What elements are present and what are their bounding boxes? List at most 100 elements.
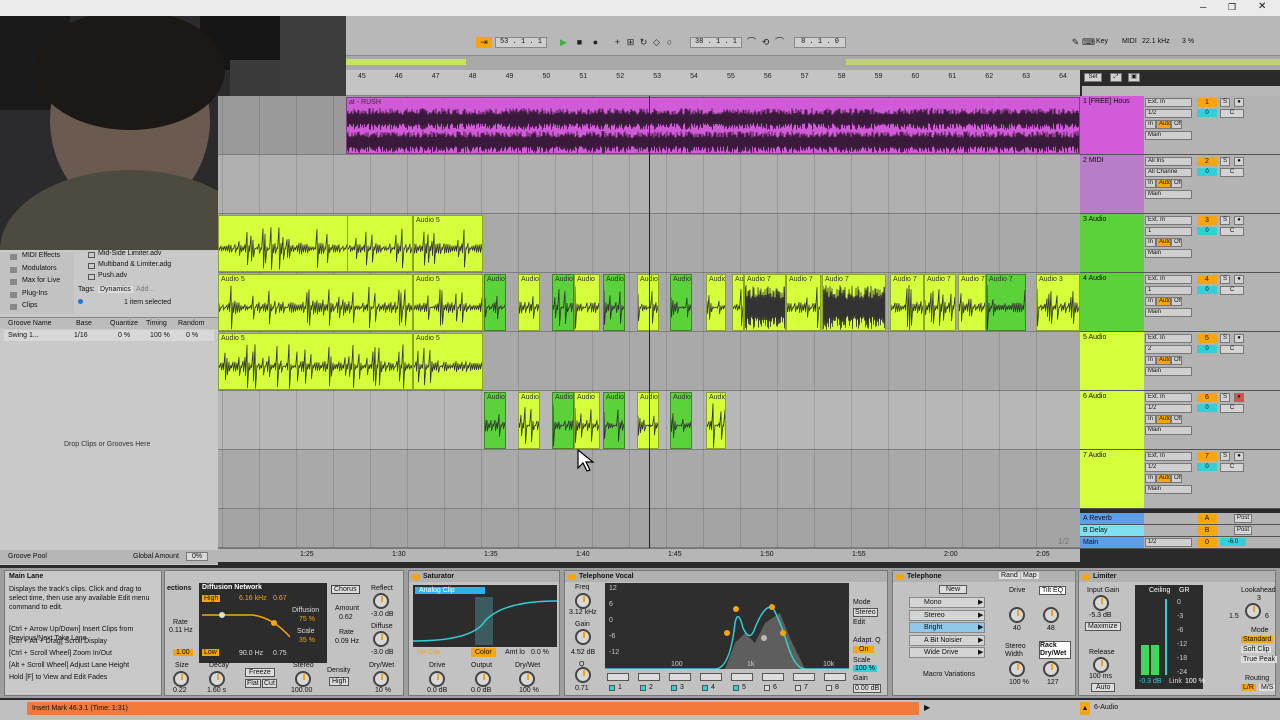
monitor-auto-button[interactable]: Auto	[1156, 415, 1171, 424]
return-track-name[interactable]: Main	[1080, 537, 1144, 548]
chain-arrow-icon[interactable]: ▶	[978, 623, 983, 631]
audio-clip[interactable]: Audio 7	[958, 274, 986, 331]
audio-clip[interactable]: Audio	[706, 274, 726, 331]
track-output-select[interactable]: Main	[1145, 249, 1192, 258]
set-locator-button[interactable]: Set	[1084, 73, 1102, 82]
arm-button[interactable]: ●	[1234, 393, 1244, 402]
return-track-name[interactable]: B Delay	[1080, 525, 1144, 536]
eq-q-knob[interactable]	[575, 667, 591, 683]
rack-title[interactable]: Telephone	[893, 571, 1075, 582]
track-activator-button[interactable]: 3	[1197, 216, 1217, 225]
audio-clip[interactable]: at - RUSH	[346, 97, 1080, 154]
arrangement-overview[interactable]	[346, 56, 1280, 70]
groove-cell[interactable]: 1/16	[74, 332, 88, 339]
density-select[interactable]: High	[329, 677, 350, 686]
audio-clip[interactable]: Audio	[670, 274, 692, 331]
browser-file[interactable]: Multiband & Limiter.adg	[98, 261, 171, 268]
chorus-button[interactable]: Chorus	[331, 585, 360, 594]
chain-arrow-icon[interactable]: ▶	[978, 648, 983, 656]
audio-clip[interactable]: Audio 5	[413, 215, 483, 272]
drywet-knob[interactable]	[373, 671, 389, 687]
ms-routing-button[interactable]: M/S	[1259, 684, 1276, 691]
play-icon[interactable]: ▶	[558, 37, 569, 48]
track-header[interactable]: 5 Audio Ext. In 2 Main In Auto Off 5 S ● 0 C	[1080, 332, 1280, 391]
arm-button[interactable]: ●	[1234, 157, 1244, 166]
filter-curve[interactable]	[202, 607, 290, 647]
limiter-title[interactable]: Limiter	[1079, 571, 1275, 582]
tilt-eq-knob[interactable]	[1043, 607, 1059, 623]
high-freq-value[interactable]: 6.16 kHz	[239, 595, 267, 602]
track-input-select[interactable]: Ext. In	[1145, 393, 1192, 402]
close-icon[interactable]: ✕	[1258, 1, 1266, 12]
sat-drywet-knob[interactable]	[519, 671, 535, 687]
solo-button[interactable]: S	[1220, 334, 1230, 343]
eq-on-icon[interactable]	[568, 574, 576, 580]
chain-arrow-icon[interactable]: ▶	[978, 598, 983, 606]
track-activator-button[interactable]: 4	[1197, 275, 1217, 284]
track-activator-button[interactable]: 5	[1197, 334, 1217, 343]
eq-band-filter-type[interactable]	[607, 673, 629, 681]
solo-button[interactable]: S	[1220, 216, 1230, 225]
standard-mode-button[interactable]: Standard	[1241, 636, 1274, 643]
track-channel-select[interactable]: 2	[1145, 345, 1192, 354]
return-track-header[interactable]: A Reverb A Post	[1080, 513, 1280, 525]
follow-button[interactable]: ⇥	[476, 37, 492, 48]
monitor-auto-button[interactable]: Auto	[1156, 120, 1171, 129]
audio-clip[interactable]: Audio	[552, 392, 574, 449]
monitor-auto-button[interactable]: Auto	[1156, 297, 1171, 306]
rack-chain-row[interactable]: Mono ▶	[909, 597, 985, 608]
audio-clip[interactable]	[347, 215, 413, 272]
device-on-icon[interactable]	[412, 574, 420, 580]
audio-clip[interactable]: Audio 5	[218, 333, 413, 390]
monitor-in-button[interactable]: In	[1145, 120, 1156, 129]
track-channel-select[interactable]: 1	[1145, 286, 1192, 295]
track-output-select[interactable]: Main	[1145, 131, 1192, 140]
browser-category-midi-effects[interactable]: MIDI Effects	[22, 252, 60, 259]
song-position-field[interactable]: 53 . 1 . 1	[495, 37, 547, 48]
track-output-select[interactable]: Main	[1145, 190, 1192, 199]
return-track-header[interactable]: B Delay B Post	[1080, 525, 1280, 537]
amount-value[interactable]: 0.62	[339, 614, 353, 621]
track-volume[interactable]: 0	[1197, 168, 1217, 176]
true-peak-button[interactable]: True Peak	[1241, 656, 1278, 663]
rack-on-icon[interactable]	[896, 574, 904, 580]
track-activator-button[interactable]: 7	[1197, 452, 1217, 461]
audio-clip[interactable]: Audio 7	[822, 274, 886, 331]
track-volume[interactable]: 0	[1197, 286, 1217, 294]
eq-band-filter-type[interactable]	[669, 673, 691, 681]
lr-routing-button[interactable]: L/R	[1241, 684, 1256, 691]
reenable-automation-icon[interactable]: ↻	[638, 37, 649, 48]
midi-map-button[interactable]: MIDI	[1122, 38, 1137, 45]
eq-band-filter-type[interactable]	[762, 673, 784, 681]
audio-clip[interactable]: Audio 5	[218, 274, 413, 331]
key-map-button[interactable]: Key	[1096, 38, 1108, 45]
eq-band-filter-type[interactable]	[700, 673, 722, 681]
audio-clip[interactable]: Audio 7	[890, 274, 924, 331]
groove-cell[interactable]: 0 %	[186, 332, 198, 339]
punch-out-icon[interactable]: ⌒	[774, 37, 785, 48]
main-output-select[interactable]: 1/2	[1145, 538, 1192, 547]
loop-switch-icon[interactable]: ⟲	[760, 37, 771, 48]
track-channel-select[interactable]: 1/2	[1145, 463, 1192, 472]
automation-arm-icon[interactable]: ⊞	[625, 37, 636, 48]
track-volume[interactable]: 0	[1197, 463, 1217, 471]
audio-clip[interactable]: Audio 3	[1036, 274, 1080, 331]
return-letter[interactable]: A	[1197, 514, 1217, 523]
track-pan[interactable]: C	[1220, 404, 1244, 413]
audio-clip[interactable]: Audio 7	[786, 274, 821, 331]
track-activator-button[interactable]: 1	[1197, 98, 1217, 107]
arm-button[interactable]: ●	[1234, 334, 1244, 343]
monitor-in-button[interactable]: In	[1145, 474, 1156, 483]
restore-icon[interactable]: ❐	[1228, 2, 1236, 13]
diffuse-knob[interactable]	[373, 631, 389, 647]
maximize-button[interactable]: Maximize	[1085, 622, 1121, 631]
monitor-off-button[interactable]: Off	[1171, 238, 1182, 247]
audio-clip[interactable]: Audio 7	[732, 274, 744, 331]
record-icon[interactable]: ●	[590, 37, 601, 48]
ceiling-slider[interactable]	[1165, 599, 1167, 675]
no-clip-button[interactable]: No Clip	[417, 649, 440, 656]
audio-clip[interactable]: Audio 7	[924, 274, 956, 331]
arm-button[interactable]: ●	[1234, 98, 1244, 107]
eq-band-filter-type[interactable]	[793, 673, 815, 681]
diffusion-value[interactable]: 75 %	[299, 616, 315, 623]
